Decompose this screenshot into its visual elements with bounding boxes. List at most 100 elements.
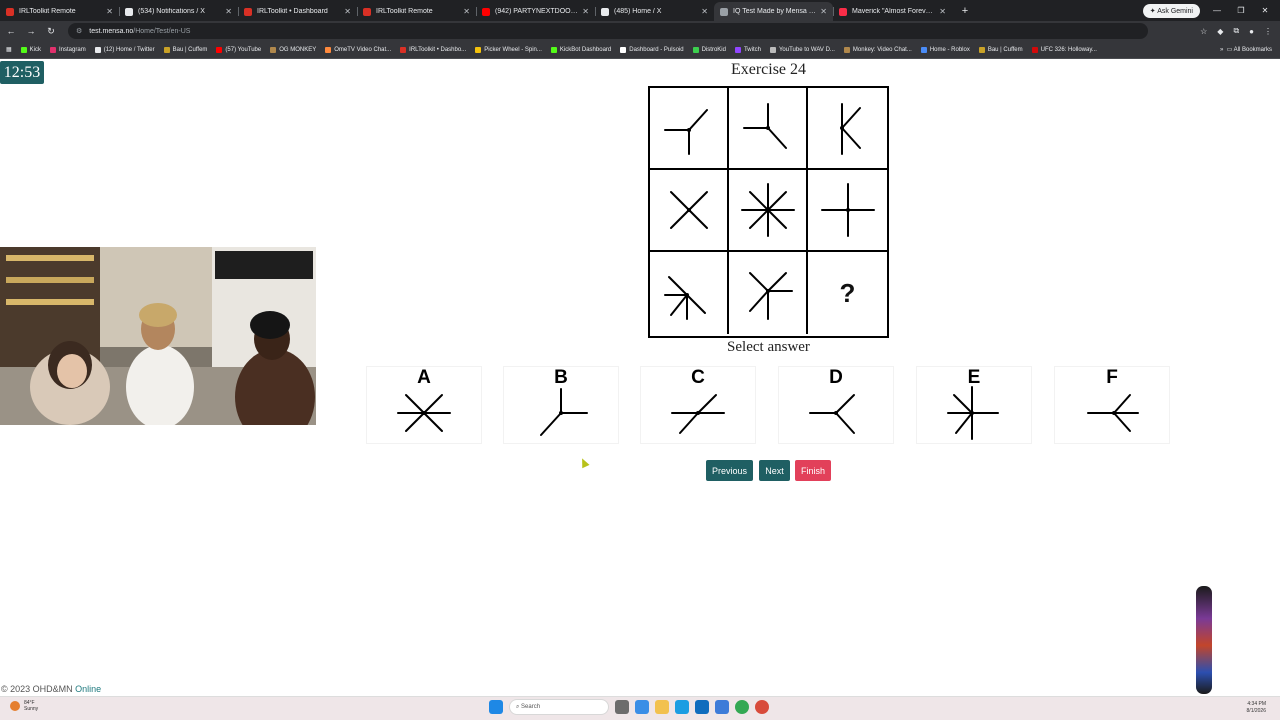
bookmark-item[interactable]: Home - Roblox (920, 46, 970, 53)
weather-widget[interactable]: 84°F Sunny (10, 700, 38, 712)
menu-icon[interactable]: ⋮ (1264, 27, 1272, 36)
browser-tab[interactable]: IQ Test Made by Mensa Norwe ✕ (714, 2, 833, 21)
matrix-cell-8 (729, 252, 808, 334)
bookmark-item[interactable]: (57) YouTube (216, 46, 262, 53)
browser-tab[interactable]: (942) PARTYNEXTDOOR - Only ✕ (476, 2, 595, 21)
back-icon[interactable]: ← (2, 26, 20, 36)
reload-icon[interactable]: ↻ (42, 26, 60, 37)
bookmark-item[interactable]: OmeTV Video Chat... (325, 46, 391, 53)
tab-favicon-icon (482, 7, 490, 16)
taskbar-search-label: Search (521, 704, 541, 710)
extension-icon[interactable]: ◆ (1217, 27, 1223, 36)
bookmark-label: (57) YouTube (225, 46, 262, 53)
next-button[interactable]: Next (759, 460, 790, 481)
answer-option-a[interactable]: A (366, 366, 482, 444)
all-bookmarks-button[interactable]: » ▭ All Bookmarks (1220, 46, 1272, 53)
tab-close-icon[interactable]: ✕ (939, 7, 946, 16)
previous-button[interactable]: Previous (706, 460, 753, 481)
bookmark-item[interactable]: Monkey: Video Chat... (843, 46, 912, 53)
exercise-title: Exercise 24 (730, 61, 807, 78)
tab-close-icon[interactable]: ✕ (582, 7, 589, 16)
bookmark-label: Twitch (743, 46, 761, 53)
mail-icon[interactable] (715, 700, 729, 714)
toolbar-icons: ☆ ◆ ⧉ ● ⋮ (1200, 26, 1280, 36)
task-view-icon[interactable] (615, 700, 629, 714)
answer-option-b[interactable]: B (503, 366, 619, 444)
site-info-icon[interactable]: ⚙ (76, 27, 82, 35)
bookmark-item[interactable]: IRLToolkit • Dashbo... (400, 46, 466, 53)
tab-close-icon[interactable]: ✕ (344, 7, 351, 16)
select-answer-label: Select answer (727, 339, 810, 355)
taskbar-clock[interactable]: 4:34 PM 8/1/2026 (1247, 701, 1266, 715)
tab-close-icon[interactable]: ✕ (463, 7, 470, 16)
bookmark-favicon-icon (1031, 46, 1038, 53)
finish-button[interactable]: Finish (795, 460, 831, 481)
bookmark-item[interactable]: Picker Wheel - Spin... (475, 46, 542, 53)
bookmark-item[interactable]: UFC 326: Holloway... (1031, 46, 1097, 53)
bookmark-item[interactable]: Instagram (50, 46, 86, 53)
app-icon[interactable] (755, 700, 769, 714)
browser-tab[interactable]: (534) Notifications / X ✕ (119, 2, 238, 21)
maximize-icon[interactable]: ❐ (1234, 6, 1248, 15)
browser-tab[interactable]: (485) Home / X ✕ (595, 2, 714, 21)
figure-5-icon (740, 183, 795, 237)
tab-close-icon[interactable]: ✕ (820, 7, 827, 16)
bookmark-item[interactable]: YouTube to WAV D... (769, 46, 835, 53)
answer-d-figure-icon (809, 394, 855, 434)
ask-gemini-button[interactable]: ✦ Ask Gemini (1142, 3, 1200, 18)
bookmark-item[interactable]: KickBot Dashboard (550, 46, 611, 53)
close-window-icon[interactable]: ✕ (1258, 6, 1272, 15)
answer-option-e[interactable]: E (916, 366, 1032, 444)
bookmark-favicon-icon (769, 46, 776, 53)
bookmark-favicon-icon (692, 46, 699, 53)
bookmark-label: UFC 326: Holloway... (1040, 46, 1097, 53)
tab-close-icon[interactable]: ✕ (701, 7, 708, 16)
answer-option-c[interactable]: C (640, 366, 756, 444)
bookmark-item[interactable]: (12) Home / Twitter (94, 46, 155, 53)
forward-icon[interactable]: → (22, 26, 40, 36)
bookmark-item[interactable]: DistroKid (692, 46, 726, 53)
answer-a-figure-icon (397, 394, 451, 432)
extensions-puzzle-icon[interactable]: ⧉ (1233, 26, 1239, 36)
webcam-image (0, 247, 316, 425)
bookmark-item[interactable]: Bau | Cuffem (978, 46, 1023, 53)
browser-tab[interactable]: IRLToolkit • Dashboard ✕ (238, 2, 357, 21)
footer-copyright: © 2023 OHD&MN (1, 684, 73, 694)
browser-tab[interactable]: Maverick "Almost Forever" EP ✕ (833, 2, 952, 21)
bookmark-item[interactable]: Kick (20, 46, 41, 53)
edge-icon[interactable] (675, 700, 689, 714)
chrome-icon[interactable] (735, 700, 749, 714)
apps-icon[interactable]: ▦ (6, 46, 12, 53)
file-explorer-icon[interactable] (655, 700, 669, 714)
tab-close-icon[interactable]: ✕ (106, 7, 113, 16)
answer-option-d[interactable]: D (778, 366, 894, 444)
answer-b-figure-icon (540, 388, 588, 436)
tab-title: (485) Home / X (614, 8, 662, 15)
tab-close-icon[interactable]: ✕ (225, 7, 232, 16)
bookmark-item[interactable]: Twitch (734, 46, 761, 53)
tab-favicon-icon (244, 7, 252, 16)
bookmark-favicon-icon (475, 46, 482, 53)
taskbar-search[interactable]: ⌕ Search (509, 699, 609, 715)
bookmark-item[interactable]: Bau | Cuffem (163, 46, 207, 53)
answer-option-f[interactable]: F (1054, 366, 1170, 444)
url-input[interactable]: ⚙ test.mensa.no/Home/Test/en-US (68, 23, 1148, 39)
footer-online-link[interactable]: Online (75, 684, 101, 694)
matrix-cell-1 (650, 88, 729, 170)
browser-tab[interactable]: IRLToolkit Remote ✕ (0, 2, 119, 21)
profile-icon[interactable]: ● (1249, 27, 1254, 36)
new-tab-button[interactable]: + (958, 5, 972, 17)
clock-time: 4:34 PM (1247, 701, 1266, 707)
bookmark-star-icon[interactable]: ☆ (1200, 27, 1207, 36)
store-icon[interactable] (695, 700, 709, 714)
tab-favicon-icon (125, 7, 133, 16)
bookmark-item[interactable]: Dashboard - Pulsoid (620, 46, 684, 53)
figure-3-icon (839, 103, 861, 155)
minimize-icon[interactable]: — (1210, 6, 1224, 15)
copilot-icon[interactable] (635, 700, 649, 714)
mouse-cursor-icon (578, 456, 590, 469)
browser-tab[interactable]: IRLToolkit Remote ✕ (357, 2, 476, 21)
windows-start-icon[interactable] (489, 700, 503, 714)
bookmark-favicon-icon (978, 46, 985, 53)
bookmark-item[interactable]: OG MONKEY (270, 46, 316, 53)
